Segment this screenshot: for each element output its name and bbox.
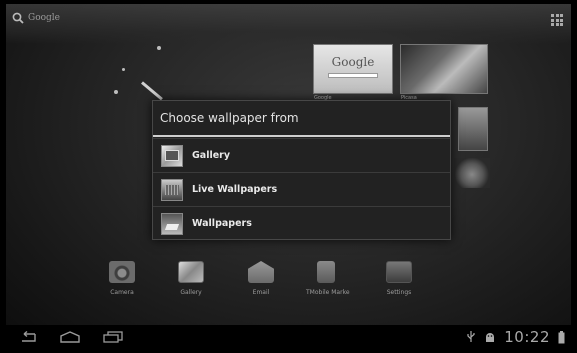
option-label: Live Wallpapers [192,184,278,195]
back-button[interactable] [18,330,38,344]
google-card-logo: Google [331,55,375,69]
dock-gallery[interactable]: Gallery [171,261,211,296]
battery-icon [558,330,565,343]
dock-label: Email [252,289,270,296]
google-card-searchbox [328,73,378,78]
gallery-icon [178,261,204,283]
google-search-bar[interactable]: Google [12,12,60,24]
live-wallpapers-icon [161,178,183,201]
clock-hand [141,81,163,101]
android-debug-icon [486,333,495,342]
search-label: Google [28,13,60,23]
dock-camera[interactable]: Camera [102,261,142,296]
dock-label: Settings [386,289,412,296]
recent-apps-button[interactable] [102,330,124,344]
usb-icon [467,331,475,342]
status-time: 10:22 [504,328,550,346]
globe-widget-card[interactable] [454,158,490,188]
dock-settings[interactable]: Settings [379,261,419,296]
dialog-title: Choose wallpaper from [160,111,299,125]
choose-wallpaper-dialog: Choose wallpaper from Gallery Live Wallp… [152,100,451,240]
dock-email[interactable]: Email [241,261,281,296]
picasa-widget-card[interactable]: Picasa [400,44,488,101]
option-label: Wallpapers [192,218,252,229]
wallpapers-icon [161,212,183,235]
photo-widget-card[interactable] [458,107,488,151]
system-bar: 10:22 [6,325,571,349]
option-gallery[interactable]: Gallery [153,138,450,172]
email-icon [248,261,274,283]
option-live-wallpapers[interactable]: Live Wallpapers [153,172,450,206]
back-icon [22,331,36,342]
all-apps-icon[interactable] [551,14,563,26]
gallery-icon [161,144,183,167]
status-area[interactable]: 10:22 [466,325,571,349]
dock-label: TMobile Marke [306,289,350,296]
tmobile-market-icon [317,261,335,283]
camera-icon [109,261,135,283]
home-button[interactable] [58,330,82,344]
google-widget-card[interactable]: Google Google [313,44,393,101]
dock-label: Gallery [180,289,202,296]
home-icon [60,331,80,343]
option-label: Gallery [192,150,231,161]
option-wallpapers[interactable]: Wallpapers [153,206,450,240]
recent-apps-icon [103,331,123,343]
dialog-divider [153,135,450,137]
dock-label: Camera [110,289,134,296]
search-icon [12,12,24,24]
settings-icon [386,261,412,283]
home-screen: Google Google Google Picasa Choose wallp… [6,4,571,349]
dock-tmobile-market[interactable]: TMobile Marke [306,261,350,296]
